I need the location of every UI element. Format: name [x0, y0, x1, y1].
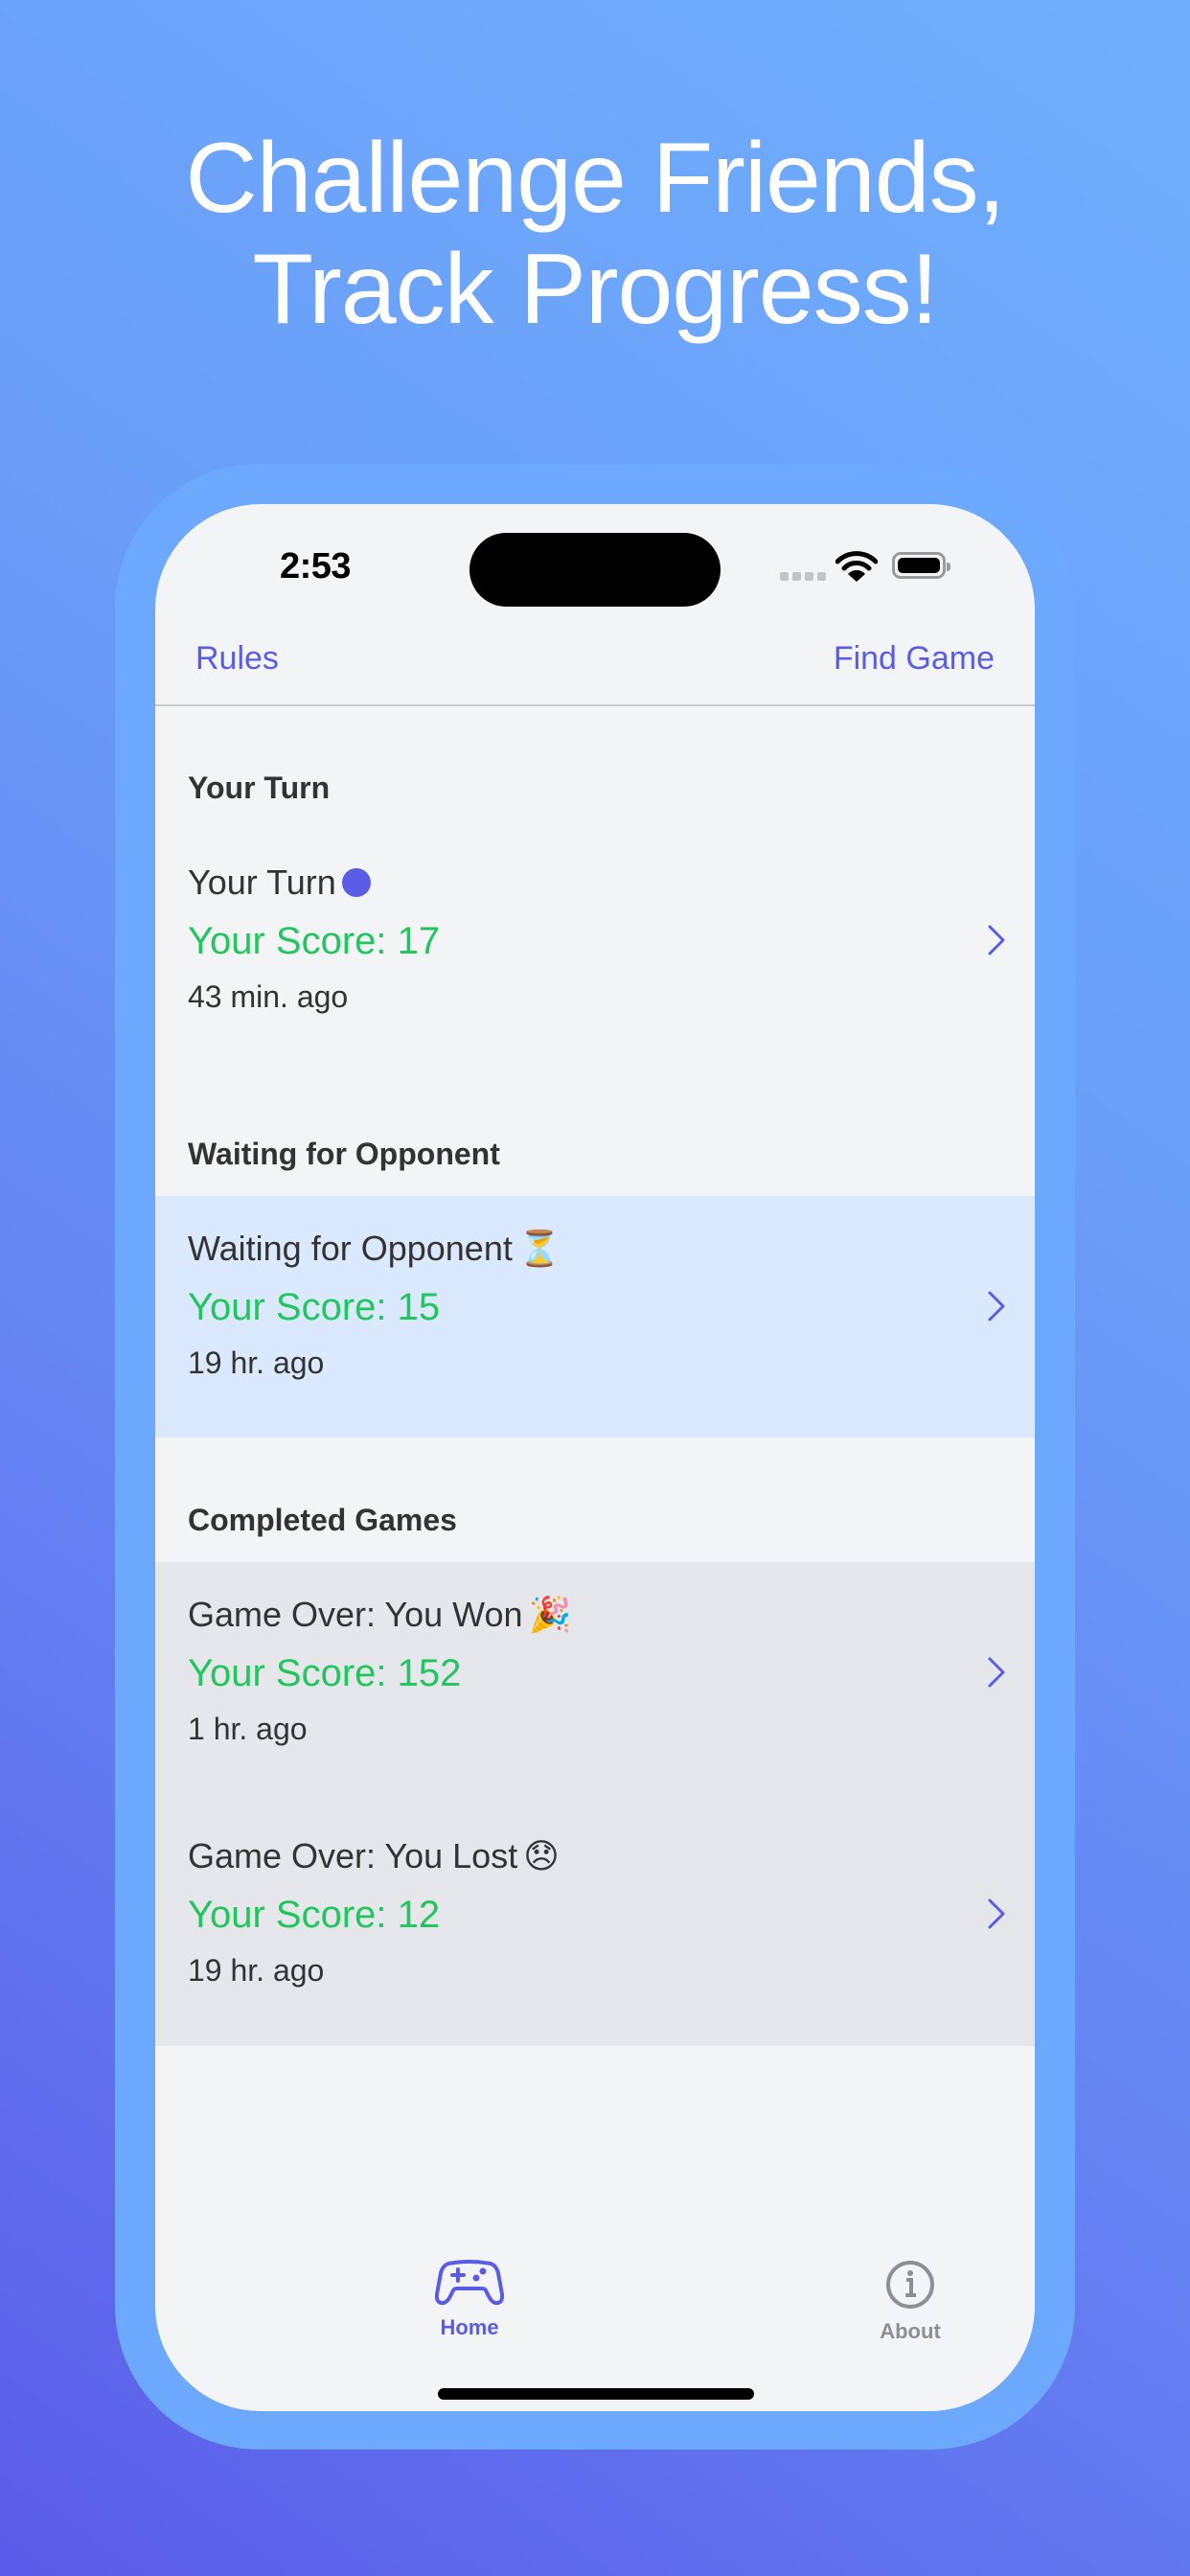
- game-status-title: Your Turn: [188, 862, 371, 903]
- game-row-won[interactable]: Game Over: You Won 🎉 Your Score: 152 1 hr…: [155, 1562, 1035, 1804]
- game-row-your-turn[interactable]: Your Turn Your Score: 17 43 min. ago: [155, 830, 1035, 1031]
- section-title-your-turn: Your Turn: [188, 770, 331, 805]
- turn-indicator-dot: [341, 868, 371, 897]
- gamecontroller-icon: [435, 2260, 504, 2306]
- status-time: 2:53: [280, 546, 352, 586]
- game-status-title: Game Over: You Lost 😞: [188, 1836, 560, 1876]
- game-row-waiting[interactable]: Waiting for Opponent ⏳ Your Score: 15 19 …: [155, 1196, 1035, 1438]
- battery-icon: [892, 552, 950, 579]
- cellular-signal-icon: [780, 572, 826, 581]
- game-score: Your Score: 152: [188, 1652, 462, 1694]
- info-circle-icon: [886, 2261, 934, 2309]
- chevron-right-icon: [988, 1291, 1005, 1322]
- game-score: Your Score: 17: [188, 920, 441, 962]
- home-indicator[interactable]: [438, 2388, 754, 2400]
- rules-button[interactable]: Rules: [195, 640, 279, 678]
- disappointed-face-icon: 😞: [523, 1837, 560, 1876]
- game-time-ago: 19 hr. ago: [188, 1346, 325, 1380]
- chevron-right-icon: [988, 925, 1005, 955]
- tab-about-label: About: [880, 2319, 941, 2343]
- headline-line-1: Challenge Friends,: [185, 123, 1006, 234]
- phone-screen: 2:53 Rules Find Game Your Turn Your Turn…: [155, 504, 1035, 2411]
- party-popper-icon: 🎉: [528, 1596, 572, 1635]
- tab-home-label: Home: [440, 2315, 499, 2339]
- game-status-title: Waiting for Opponent ⏳: [188, 1229, 561, 1269]
- game-time-ago: 1 hr. ago: [188, 1712, 308, 1746]
- section-title-waiting: Waiting for Opponent: [188, 1137, 500, 1171]
- dynamic-island: [469, 533, 721, 607]
- wifi-icon: [835, 551, 878, 582]
- find-game-button[interactable]: Find Game: [834, 640, 995, 678]
- section-title-completed: Completed Games: [188, 1503, 457, 1537]
- game-status-title: Game Over: You Won 🎉: [188, 1595, 572, 1635]
- game-score: Your Score: 12: [188, 1894, 441, 1936]
- game-score: Your Score: 15: [188, 1286, 441, 1328]
- completed-games-list: Game Over: You Won 🎉 Your Score: 152 1 hr…: [155, 1562, 1035, 2046]
- headline-line-2: Track Progress!: [252, 234, 938, 345]
- tab-about[interactable]: About: [814, 2260, 1006, 2344]
- game-row-lost[interactable]: Game Over: You Lost 😞 Your Score: 12 19 h…: [155, 1804, 1035, 2046]
- chevron-right-icon: [988, 1657, 1005, 1688]
- game-time-ago: 19 hr. ago: [188, 1953, 325, 1988]
- headline: Challenge Friends, Track Progress!: [0, 123, 1190, 345]
- hourglass-icon: ⏳: [517, 1230, 561, 1269]
- chevron-right-icon: [988, 1898, 1005, 1929]
- tab-home[interactable]: Home: [374, 2260, 565, 2340]
- nav-divider: [155, 704, 1035, 706]
- game-time-ago: 43 min. ago: [188, 979, 349, 1014]
